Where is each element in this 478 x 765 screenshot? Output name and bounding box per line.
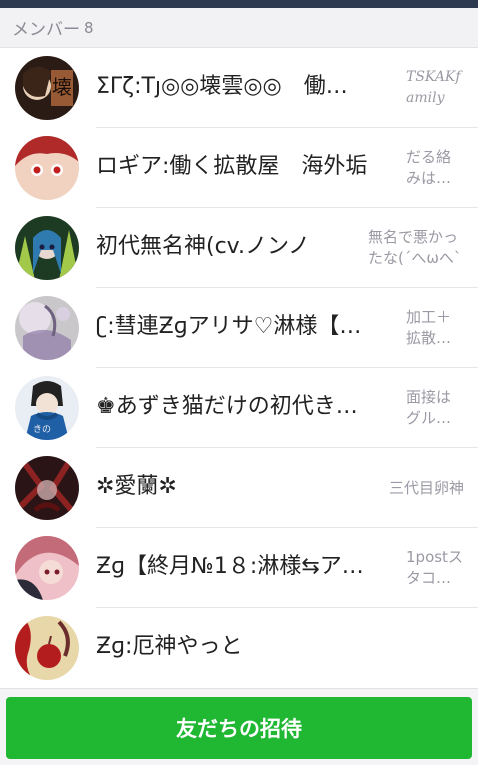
member-name: Ƶɡ:厄神やっと	[96, 634, 243, 659]
member-status: だる絡みは…	[406, 148, 452, 187]
member-status: TSKAKf amily	[406, 69, 461, 106]
status-bar	[0, 0, 478, 8]
member-row[interactable]: Ƶɡ【終月№1８:淋様⇆ア… 1postスタコ…	[0, 528, 478, 608]
member-name: Ƶɡ【終月№1８:淋様⇆ア…	[96, 554, 364, 579]
member-row[interactable]: きの ♚あずき猫だけの初代き… 面接はグル…	[0, 368, 478, 448]
avatar-image	[15, 456, 79, 520]
member-name: ΣΓζ:Tյ◎◎壊雲◎◎ 働…	[96, 74, 348, 99]
member-status: 三代目卵神	[388, 479, 464, 497]
svg-text:壊: 壊	[52, 75, 72, 99]
member-name: ✲愛蘭✲	[96, 474, 177, 499]
avatar-image	[15, 616, 79, 680]
invite-friends-button[interactable]: 友だちの招待	[6, 697, 472, 759]
avatar-image: きの	[15, 376, 79, 440]
avatar-image: 壊	[15, 56, 79, 120]
avatar[interactable]	[15, 616, 79, 680]
member-name: 初代無名神(cv.ノンノ	[96, 234, 310, 259]
member-row[interactable]: ✲愛蘭✲ 三代目卵神	[0, 448, 478, 528]
members-title: メンバー	[12, 20, 80, 40]
member-status: 無名で悪かったな(´へωへ`*)	[368, 228, 462, 267]
avatar[interactable]: 壊	[15, 56, 79, 120]
member-count: 8	[84, 18, 94, 37]
member-status: 面接はグル…	[406, 388, 452, 427]
member-row[interactable]: 壊 ΣΓζ:Tյ◎◎壊雲◎◎ 働… TSKAKf amily	[0, 48, 478, 128]
members-section-header: メンバー 8	[0, 8, 478, 48]
invite-bar: 友だちの招待	[0, 688, 478, 765]
member-row[interactable]: ロギア:働く拡散屋 海外垢 だる絡みは…	[0, 128, 478, 208]
member-row[interactable]: Ƶɡ:厄神やっと	[0, 608, 478, 688]
avatar-image	[15, 136, 79, 200]
member-list: 壊 ΣΓζ:Tյ◎◎壊雲◎◎ 働… TSKAKf amily ロギア:働く拡散屋…	[0, 48, 478, 688]
member-row[interactable]: ʗ:彗連Ƶɡアリサ♡淋様【… 加工＋拡散…	[0, 288, 478, 368]
member-status: 加工＋拡散…	[406, 308, 452, 347]
avatar[interactable]	[15, 216, 79, 280]
member-name: ロギア:働く拡散屋 海外垢	[96, 154, 368, 179]
avatar[interactable]	[15, 296, 79, 360]
avatar-image	[15, 296, 79, 360]
avatar-image	[15, 536, 79, 600]
avatar[interactable]	[15, 456, 79, 520]
member-row[interactable]: 初代無名神(cv.ノンノ 無名で悪かったな(´へωへ`*)	[0, 208, 478, 288]
member-name: ʗ:彗連Ƶɡアリサ♡淋様【…	[96, 314, 362, 339]
member-status: 1postスタコ…	[406, 548, 463, 587]
avatar[interactable]	[15, 536, 79, 600]
avatar[interactable]: きの	[15, 376, 79, 440]
svg-text:きの: きの	[33, 424, 51, 435]
avatar[interactable]	[15, 136, 79, 200]
avatar-image	[15, 216, 79, 280]
member-name: ♚あずき猫だけの初代き…	[96, 394, 358, 419]
